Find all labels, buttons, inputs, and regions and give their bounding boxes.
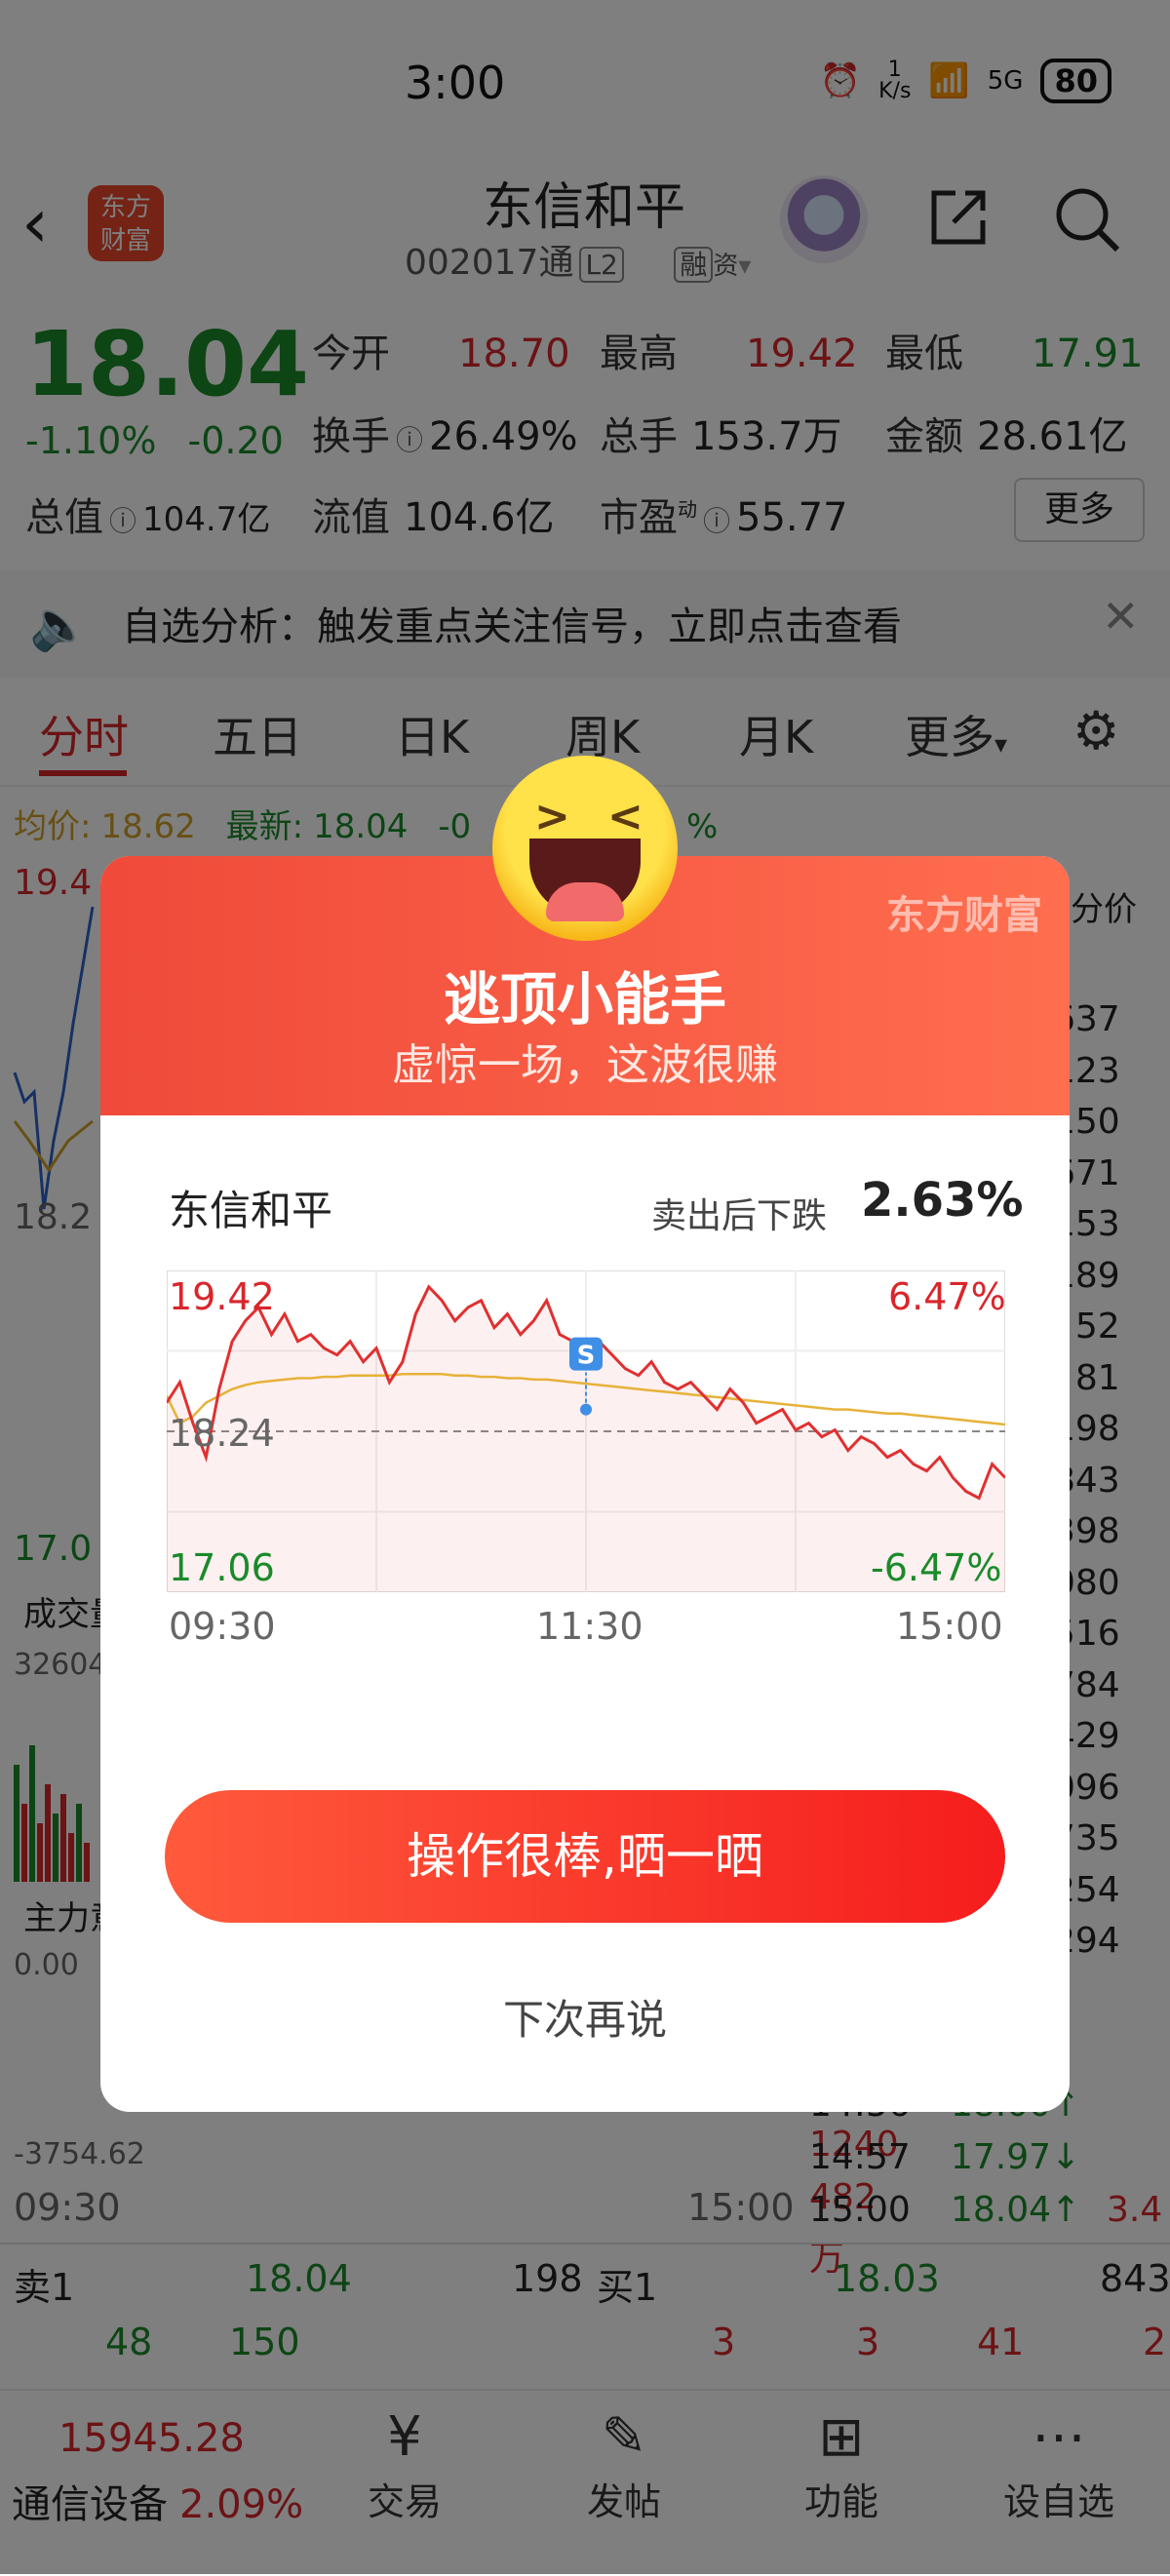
chart-x-start: 09:30 [169,1605,276,1648]
chart-pct-low: -6.47% [871,1546,1002,1589]
emoji-eye-right: < [607,792,644,841]
achievement-modal: 东方财富 逃顶小能手 虚惊一场，这波很赚 东信和平 卖出后下跌 2.63% S … [100,856,1070,2112]
chart-y-low: 17.06 [169,1546,275,1589]
sell-marker-label: S [577,1342,596,1371]
share-button[interactable]: 操作很棒,晒一晒 [165,1790,1005,1923]
emoji-eye-left: > [534,792,570,841]
fall-label: 卖出后下跌 [651,1196,828,1236]
chart-y-mid: 18.24 [169,1412,275,1455]
fall-value: 2.63% [861,1173,1024,1228]
modal-stock-name: 东信和平 [169,1187,333,1234]
brand-watermark: 东方财富 [886,893,1042,938]
sell-point [580,1403,592,1416]
modal-chart: S [167,1270,1005,1592]
chart-x-end: 15:00 [896,1605,1003,1648]
chart-y-high: 19.42 [169,1275,275,1318]
modal-title: 逃顶小能手 [443,966,726,1033]
chart-x-mid: 11:30 [536,1605,644,1648]
later-button[interactable]: 下次再说 [100,1987,1070,2047]
modal-subtitle: 虚惊一场，这波很赚 [392,1040,778,1090]
chart-pct-high: 6.47% [888,1275,1006,1318]
